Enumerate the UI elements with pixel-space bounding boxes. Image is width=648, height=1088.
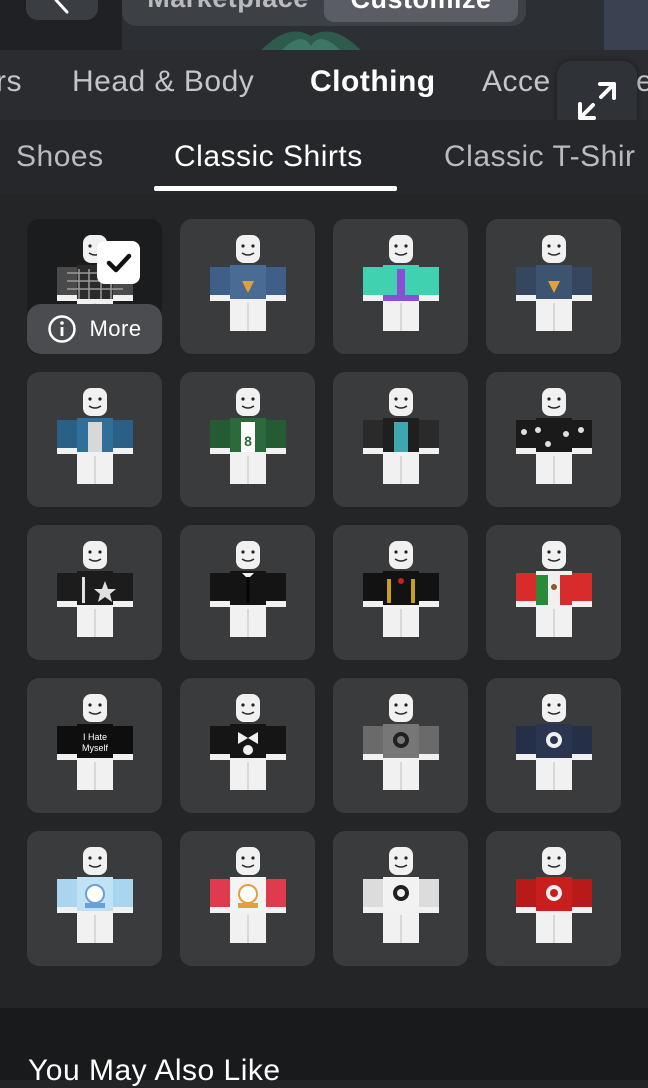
selected-shirt-tile[interactable]: More [27, 219, 162, 354]
tab-next[interactable]: e [636, 65, 648, 99]
avatar-preview [516, 541, 592, 637]
info-icon [48, 315, 77, 343]
active-tab-underline [154, 186, 397, 191]
avatar-preview [363, 388, 439, 484]
shirt-tile[interactable] [333, 219, 468, 354]
shirt-tile[interactable] [333, 678, 468, 813]
avatar-preview [363, 541, 439, 637]
mode-toggle: Marketplace Customize [122, 0, 526, 26]
tab-classic-shirts[interactable]: Classic Shirts [174, 140, 363, 174]
chevron-left-icon [54, 0, 69, 14]
avatar-preview: 8 [210, 388, 286, 484]
tab-head-body[interactable]: Head & Body [72, 65, 254, 99]
shirt-tile[interactable] [486, 831, 621, 966]
shirt-tile[interactable] [333, 525, 468, 660]
shirt-tile[interactable] [180, 831, 315, 966]
avatar-preview [210, 847, 286, 943]
avatar-preview [57, 541, 133, 637]
shirt-tile[interactable] [486, 219, 621, 354]
subcategory-tabs: Shoes Classic Shirts Classic T-Shir [0, 120, 648, 194]
svg-text:I Hate: I Hate [83, 732, 107, 742]
avatar-preview [363, 694, 439, 790]
svg-text:8: 8 [244, 433, 252, 449]
recommendations-title: You May Also Like [28, 1054, 281, 1087]
avatar-preview [363, 847, 439, 943]
marketplace-toggle[interactable]: Marketplace [132, 0, 324, 16]
avatar-preview [57, 388, 133, 484]
shirt-tile[interactable] [180, 219, 315, 354]
avatar-preview [210, 694, 286, 790]
shirt-tile[interactable] [27, 372, 162, 507]
back-button[interactable] [26, 0, 98, 20]
avatar-preview [516, 847, 592, 943]
shirt-tile[interactable] [180, 525, 315, 660]
avatar-preview [516, 694, 592, 790]
shirt-tile[interactable] [180, 678, 315, 813]
shirt-tile[interactable] [486, 678, 621, 813]
checkmark-icon [106, 253, 131, 272]
avatar-preview [363, 235, 439, 331]
avatar-preview [210, 235, 286, 331]
customize-toggle[interactable]: Customize [324, 0, 518, 22]
shirt-tile[interactable] [486, 372, 621, 507]
checkmark-badge [97, 241, 140, 284]
shirt-tile[interactable] [27, 831, 162, 966]
avatar-preview [210, 541, 286, 637]
shirt-tile[interactable] [486, 525, 621, 660]
shirt-tile[interactable] [333, 831, 468, 966]
avatar-preview [57, 847, 133, 943]
avatar-preview-strip: Marketplace Customize [0, 0, 648, 50]
shirt-tile[interactable] [333, 372, 468, 507]
shirt-tile[interactable] [27, 525, 162, 660]
avatar-preview [516, 235, 592, 331]
more-button[interactable]: More [27, 304, 162, 354]
svg-text:Myself: Myself [82, 743, 109, 753]
tab-clothing[interactable]: Clothing [310, 65, 436, 99]
tab-accessories[interactable]: Acce [482, 65, 551, 99]
preview-background-right [604, 0, 648, 50]
shirt-tile[interactable]: 8 [180, 372, 315, 507]
avatar-preview: I HateMyself [57, 694, 133, 790]
expand-icon [578, 82, 616, 120]
shirt-tile[interactable]: I Hate Myself [27, 678, 162, 813]
tab-characters[interactable]: rs [0, 65, 22, 99]
avatar-preview [516, 388, 592, 484]
tab-classic-tshirts[interactable]: Classic T-Shir [444, 140, 635, 174]
more-label: More [89, 316, 142, 341]
tab-shoes[interactable]: Shoes [16, 140, 104, 174]
category-tabs: rs Head & Body Clothing Acce e [0, 50, 648, 120]
